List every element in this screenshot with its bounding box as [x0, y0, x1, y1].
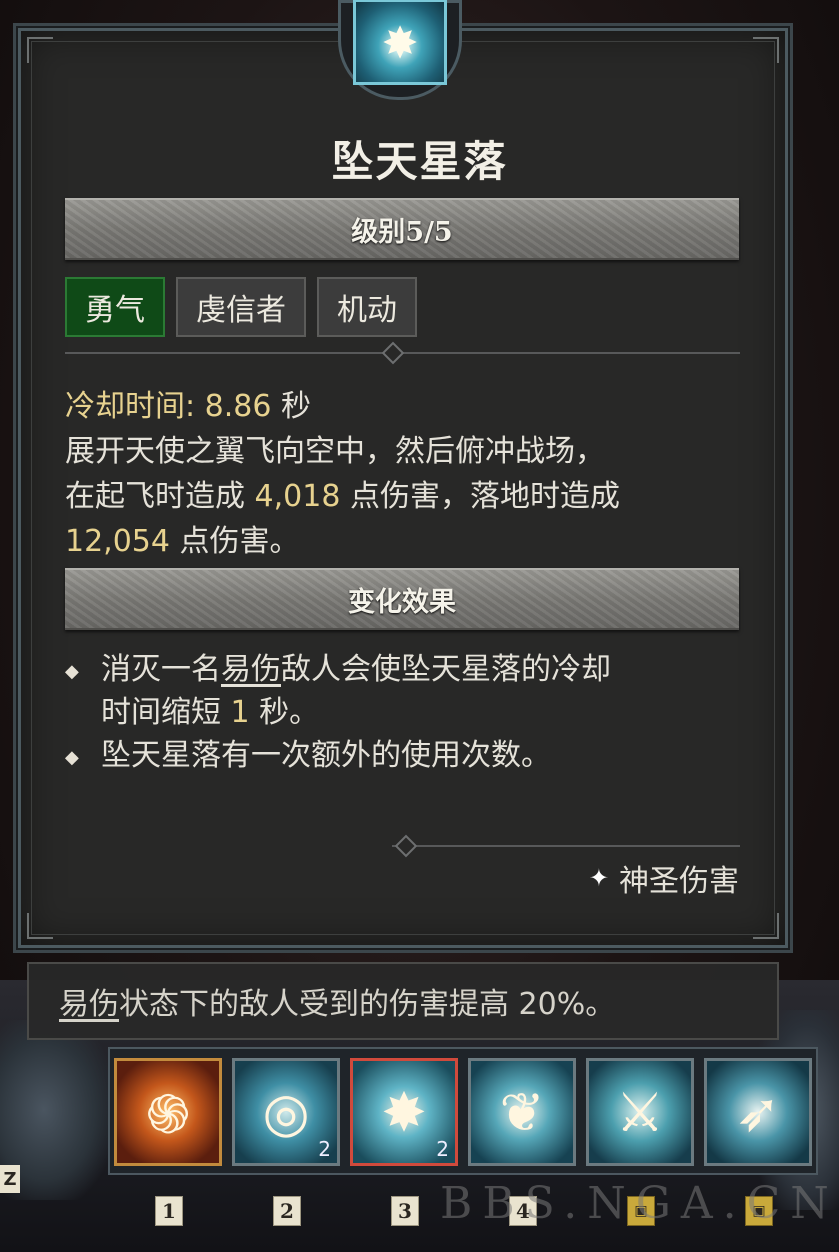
- landing-damage-value: 12,054: [65, 524, 170, 559]
- bullet-icon: ◆: [65, 661, 79, 682]
- desc-text: 在起飞时造成: [65, 479, 255, 514]
- sword-arc-icon: ⚔: [615, 1080, 665, 1144]
- desc-text: 点伤害，落地时造成: [340, 479, 620, 514]
- corner-ornament: [27, 37, 53, 63]
- desc-line-3: 12,054 点伤害。: [65, 519, 755, 564]
- charge-count: 2: [318, 1137, 331, 1161]
- skill-slot-3[interactable]: ✸ 2: [350, 1058, 458, 1166]
- bullet-text: 敌人会使坠天星落的冷却: [281, 652, 611, 687]
- damage-type: ✦ 神圣伤害: [589, 856, 739, 900]
- skill-level: 级别5/5: [351, 216, 453, 248]
- modifier-item: ◆ 消灭一名易伤敌人会使坠天星落的冷却 时间缩短 1 秒。: [65, 648, 755, 734]
- skill-slot-4[interactable]: ❦: [468, 1058, 576, 1166]
- divider: [392, 834, 740, 858]
- falling-star-icon: ✸: [353, 0, 447, 85]
- skill-slot-6[interactable]: ➶: [704, 1058, 812, 1166]
- keybind-1: 1: [155, 1196, 183, 1226]
- modifier-item: ◆ 坠天星落有一次额外的使用次数。: [65, 734, 755, 779]
- hint-text: 状态下的敌人受到的伤害提高 20%。: [119, 987, 616, 1022]
- modifier-header-bar: 变化效果: [65, 568, 739, 630]
- skill-slot-1[interactable]: ֍: [114, 1058, 222, 1166]
- corner-ornament: [753, 37, 779, 63]
- cooldown-label: 冷却时间:: [65, 389, 205, 424]
- cooldown-line: 冷却时间: 8.86 秒: [65, 384, 755, 429]
- watermark: BBS.NGA.CN: [440, 1178, 839, 1229]
- sun-swirl-icon: ֍: [145, 1083, 191, 1146]
- desc-line-1: 展开天使之翼飞向空中，然后俯冲战场，: [65, 434, 605, 469]
- desc-text: 点伤害。: [169, 524, 300, 559]
- bullet-text: 秒。: [249, 695, 320, 730]
- hint-keyword: 易伤: [59, 987, 119, 1022]
- bullet-text: 坠天星落有一次额外的使用次数。: [101, 738, 551, 773]
- corner-ornament: [753, 913, 779, 939]
- vulnerable-keyword[interactable]: 易伤: [221, 652, 281, 687]
- keyword-hint: 易伤 状态下的敌人受到的伤害提高 20%。: [27, 962, 779, 1040]
- skill-title: 坠天星落: [331, 137, 508, 186]
- modifier-header: 变化效果: [348, 586, 456, 618]
- angel-wings-icon: ❦: [499, 1080, 545, 1144]
- cooldown-reduction-value: 1: [230, 695, 250, 730]
- cooldown-value: 8.86: [204, 389, 272, 424]
- tag-zealot: 虔信者: [176, 277, 306, 337]
- skill-slot-2[interactable]: ◎ 2: [232, 1058, 340, 1166]
- level-bar: 级别5/5: [65, 198, 739, 260]
- divider: [65, 341, 740, 365]
- tag-courage: 勇气: [65, 277, 165, 337]
- keybind-z: Z: [0, 1165, 20, 1193]
- corner-ornament: [27, 913, 53, 939]
- keybind-2: 2: [273, 1196, 301, 1226]
- holy-sparkle-icon: ✦: [588, 864, 609, 892]
- bullet-text: 时间缩短: [101, 695, 231, 730]
- spear-icon: ➶: [735, 1080, 781, 1144]
- skill-description: 冷却时间: 8.86 秒 展开天使之翼飞向空中，然后俯冲战场， 在起飞时造成 4…: [65, 384, 755, 564]
- keybind-3: 3: [391, 1196, 419, 1226]
- takeoff-damage-value: 4,018: [254, 479, 341, 514]
- cooldown-unit: 秒: [271, 389, 311, 424]
- skill-slot-5[interactable]: ⚔: [586, 1058, 694, 1166]
- charge-count: 2: [436, 1137, 449, 1161]
- desc-line-2: 在起飞时造成 4,018 点伤害，落地时造成: [65, 474, 755, 519]
- damage-type-label: 神圣伤害: [619, 864, 739, 899]
- modifier-list: ◆ 消灭一名易伤敌人会使坠天星落的冷却 时间缩短 1 秒。 ◆ 坠天星落有一次额…: [65, 648, 755, 779]
- skill-tags: 勇气 虔信者 机动: [65, 277, 417, 337]
- bullet-icon: ◆: [65, 747, 79, 768]
- bullet-text: 消灭一名: [101, 652, 221, 687]
- tag-mobility: 机动: [317, 277, 417, 337]
